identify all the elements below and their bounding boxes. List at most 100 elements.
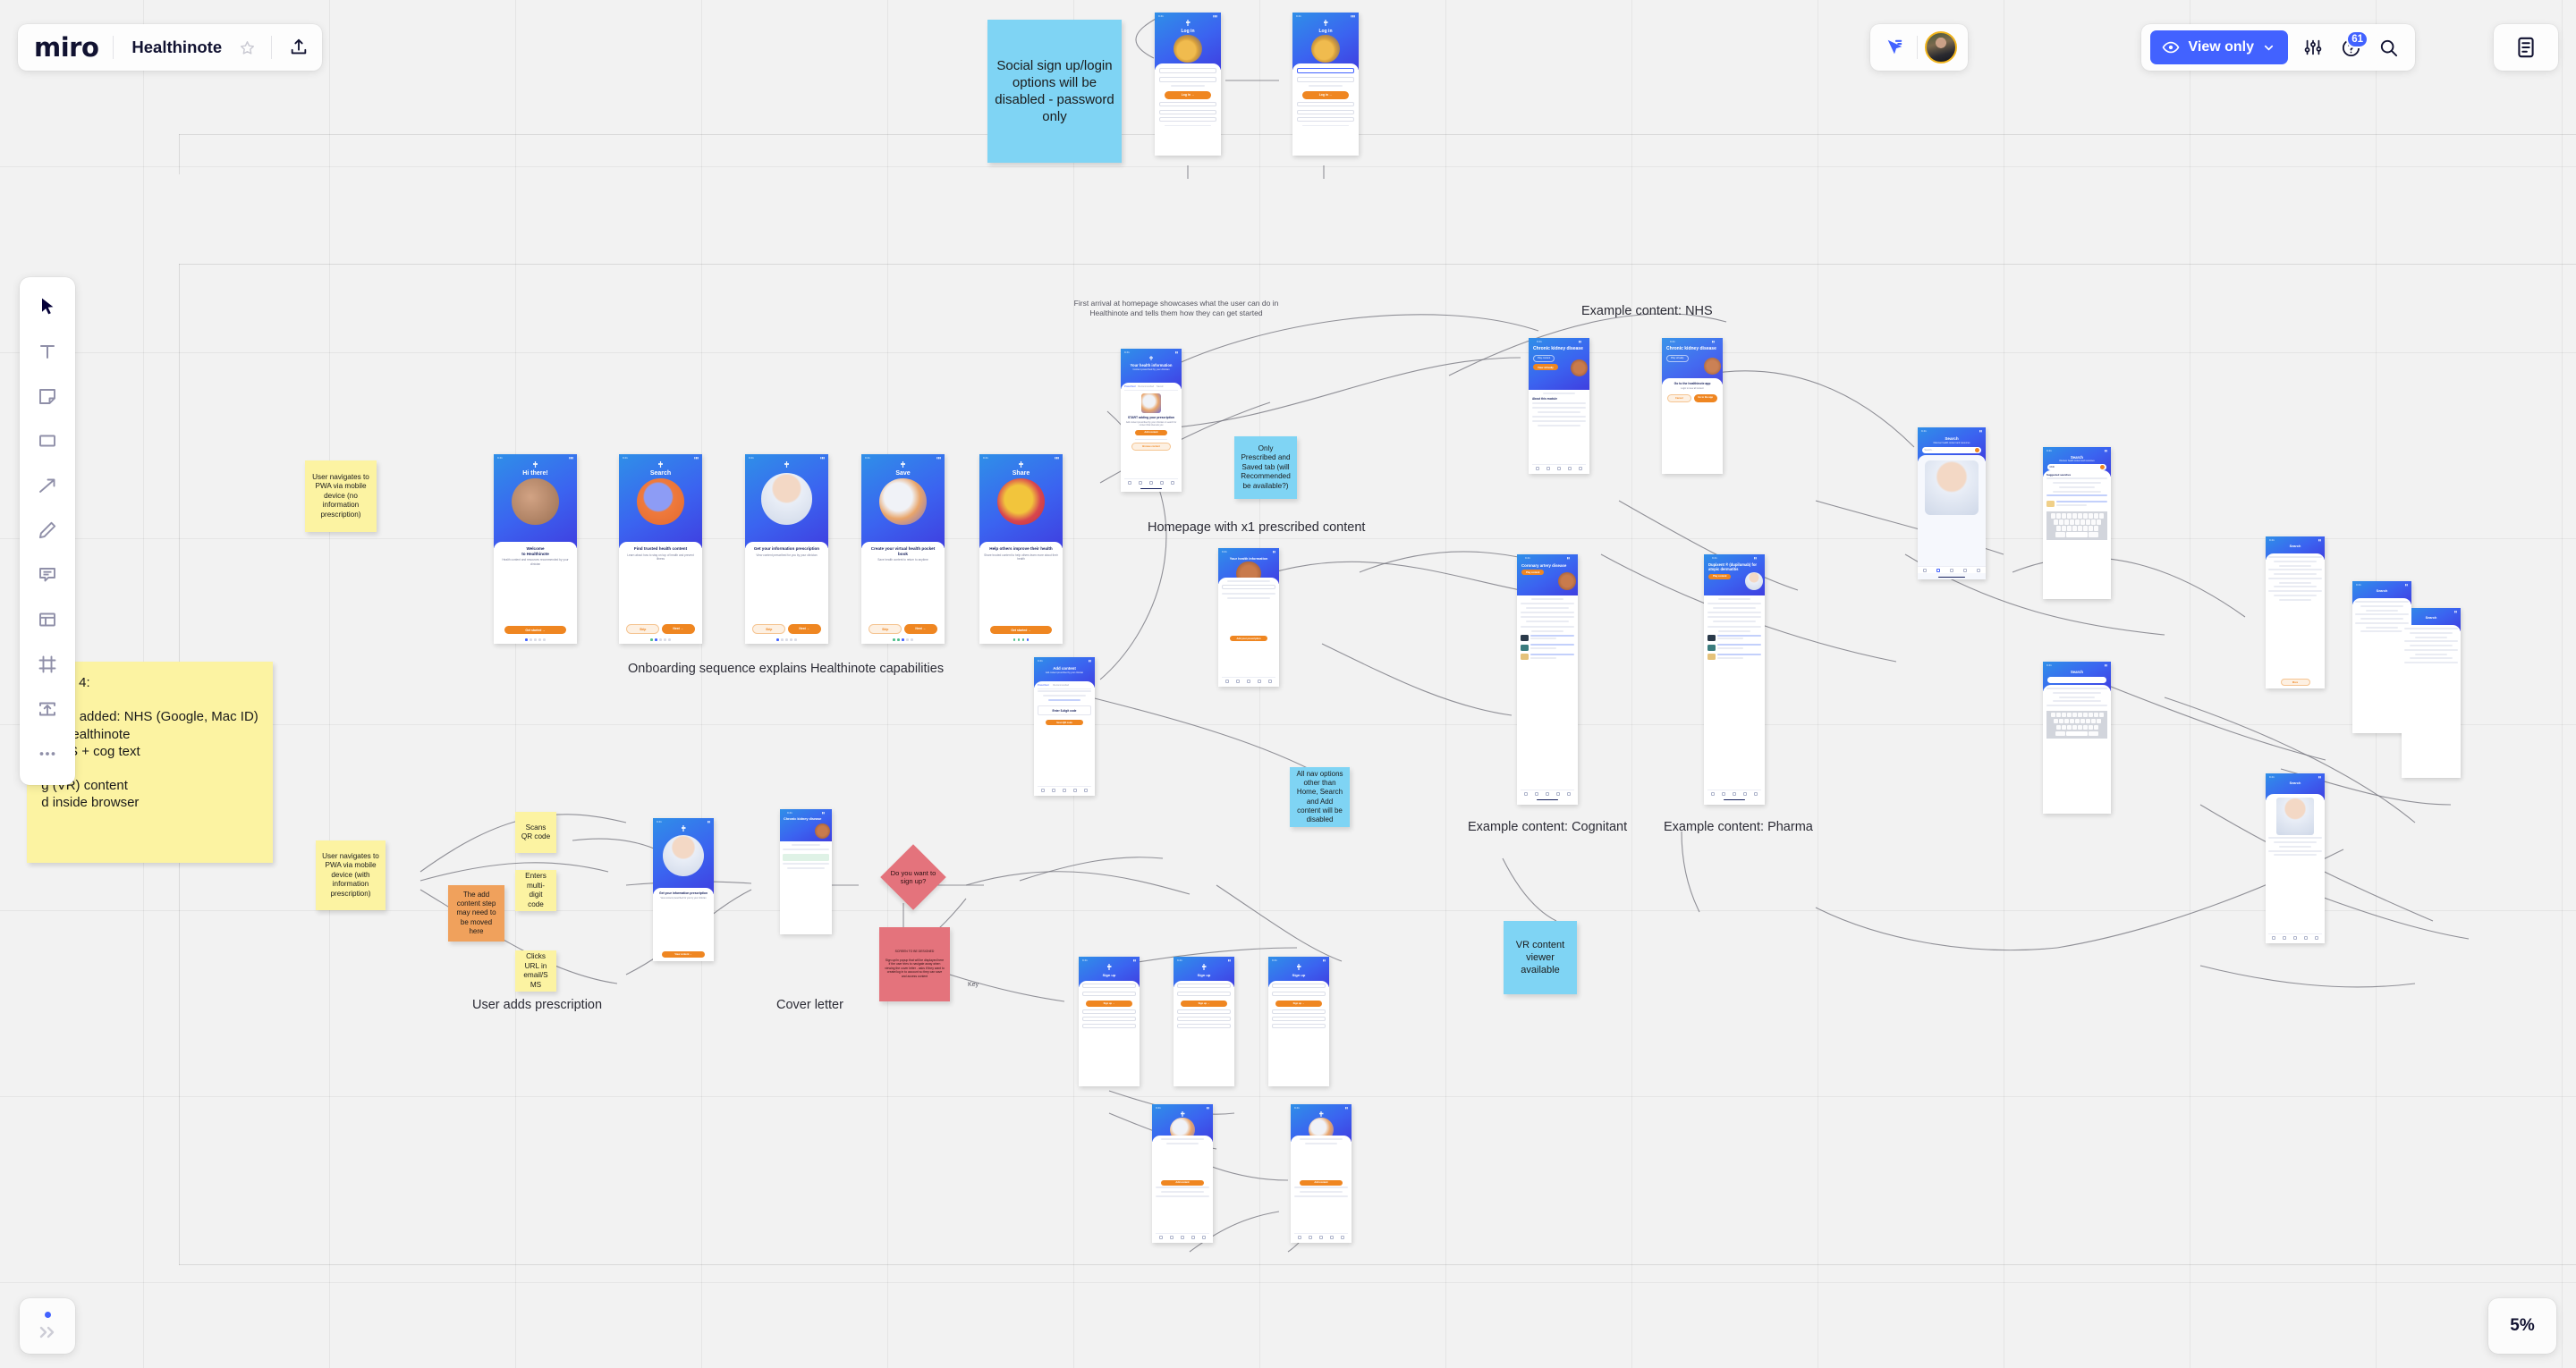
results-heading: Suggested searches <box>2046 473 2072 477</box>
screen-search-empty[interactable]: 9:41 ▮▮ Search Discover health content an… <box>1918 427 1986 579</box>
sticky-note-vr-viewer[interactable]: VR content viewer available <box>1504 921 1577 994</box>
text-tool[interactable] <box>27 331 68 372</box>
view-only-button[interactable]: View only <box>2150 30 2288 64</box>
screen-onboarding-4[interactable]: 9:41 ▮▮▮ Save Create your virtual health … <box>861 454 945 644</box>
favorite-star-icon[interactable] <box>232 32 262 63</box>
screen-results-list-1[interactable]: 9:41 ▮▮ Search More <box>2266 536 2325 688</box>
more-icon <box>39 752 55 756</box>
zoom-level-indicator[interactable]: 5% <box>2488 1298 2556 1354</box>
screen-title: Your health information <box>1229 557 1268 561</box>
screen-title: Search <box>1945 436 1959 441</box>
view-content-button[interactable]: View content → <box>662 951 705 958</box>
screen-bottom-3[interactable]: 9:41 ▮▮ Sign up Sign up → <box>1268 957 1329 1086</box>
screen-coronary-artery[interactable]: 9:41 ▮▮ Coronary artery disease Play cont… <box>1517 554 1578 805</box>
screen-bottom-5[interactable]: 9:41 ▮▮ Add content <box>1291 1104 1352 1243</box>
search-input[interactable]: CKD <box>2049 466 2054 469</box>
sticky-note-scans-qr[interactable]: Scans QR code <box>515 812 556 853</box>
screen-bottom-2[interactable]: 9:41 ▮▮ Sign up Sign up → <box>1174 957 1234 1086</box>
sticky-note-pwa-with-prescription[interactable]: User navigates to PWA via mobile device … <box>316 840 386 910</box>
template-tool[interactable] <box>27 599 68 640</box>
board-title[interactable]: Healthinote <box>114 38 232 57</box>
screen-title: Add content <box>1053 666 1076 671</box>
divider <box>1917 36 1918 59</box>
frame-border <box>179 134 2576 135</box>
scan-qr-button[interactable]: Scan QR code <box>1046 719 1083 726</box>
sticky-note-enters-code[interactable]: Enters multi-digit code <box>515 870 556 911</box>
select-tool[interactable] <box>27 286 68 327</box>
screen-onboarding-3[interactable]: 9:41 ▮▮▮ Get your information prescriptio… <box>745 454 828 644</box>
play-content-button[interactable]: Play content <box>1521 570 1545 576</box>
sticky-note-pwa-no-prescription[interactable]: User navigates to PWA via mobile device … <box>305 460 377 532</box>
screen-login-1[interactable]: 9:41 ▮▮▮ Log in Log in → <box>1155 13 1221 156</box>
sticky-note-add-content-step[interactable]: The add content step may need to be move… <box>448 885 504 942</box>
help-icon[interactable]: 61 <box>2333 30 2368 65</box>
screen-results-list-4[interactable]: 9:41 ▮▮ Search <box>2266 773 2325 943</box>
sticky-note-signup-popup[interactable]: SCREEN TO BE DESIGNED Sign up/in popup t… <box>879 927 950 1001</box>
get-started-button[interactable]: Get started → <box>990 626 1052 635</box>
screen-login-2[interactable]: 9:41 ▮▮▮ Log in Log in → <box>1292 13 1359 156</box>
search-icon[interactable] <box>2370 30 2406 65</box>
tab-recommended[interactable]: Recommended <box>1053 684 1069 687</box>
screen-search-saved[interactable]: 9:41 ▮▮ Search <box>2043 662 2111 814</box>
decision-signup[interactable] <box>880 844 946 910</box>
next-button[interactable]: Next → <box>904 624 937 635</box>
pagination-dots <box>1013 638 1030 641</box>
upload-tool[interactable] <box>27 688 68 730</box>
avatar[interactable] <box>1925 31 1957 63</box>
shape-tool[interactable] <box>27 420 68 461</box>
sticky-note-social-signup[interactable]: Social sign up/login options will be dis… <box>987 20 1122 163</box>
screen-title: Share <box>1012 470 1030 477</box>
view-virtually-button[interactable]: View virtually <box>1533 363 1558 371</box>
upload-icon[interactable] <box>281 30 317 65</box>
sticky-note-prescribed-saved-tab[interactable]: Only Prescribed and Saved tab (will Reco… <box>1234 436 1297 499</box>
play-content-button[interactable]: Play content <box>1708 573 1732 579</box>
play-content-button[interactable]: Play content <box>1533 354 1555 362</box>
cancel-button[interactable]: Cancel <box>1667 394 1691 402</box>
miro-logo[interactable]: miro <box>34 34 113 61</box>
screen-onboarding-1[interactable]: 9:41 ▮▮▮ Hi there! Welcome to Healthinote… <box>494 454 577 644</box>
tab-prescribed[interactable]: Prescribed <box>1038 684 1048 687</box>
browse-content-button[interactable]: Browse content <box>1131 443 1171 451</box>
login-button[interactable]: Log in → <box>1301 90 1350 99</box>
sticky-tool[interactable] <box>27 376 68 417</box>
screen-bottom-4[interactable]: 9:41 ▮▮ Add content <box>1152 1104 1213 1243</box>
skip-button[interactable]: Skip <box>869 624 902 635</box>
get-started-button[interactable]: Get started → <box>504 626 566 635</box>
more-tool[interactable] <box>27 733 68 774</box>
screen-search-results[interactable]: 9:41 ▮▮ Search Discover health content an… <box>2043 447 2111 599</box>
screen-onboarding-5[interactable]: 9:41 ▮▮▮ Share Help others improve their … <box>979 454 1063 644</box>
add-prescription-button[interactable]: Add your prescription <box>1230 635 1267 642</box>
screen-homepage-prescribed[interactable]: 9:41 ▮▮ Your health information Content p… <box>1121 349 1182 492</box>
skip-button[interactable]: Skip <box>626 624 659 635</box>
sticky-note-nav-disabled[interactable]: All nav options other than Home, Search … <box>1290 767 1350 827</box>
login-button[interactable]: Log in → <box>1164 90 1212 99</box>
next-button[interactable]: Next → <box>788 624 821 635</box>
arrow-tool[interactable] <box>27 465 68 506</box>
screen-ckd-detail[interactable]: 9:41 ▮▮ Chronic kidney disease Play conte… <box>1529 338 1589 474</box>
frame-tool[interactable] <box>27 644 68 685</box>
notes-panel-button[interactable] <box>2494 24 2558 71</box>
go-to-app-button[interactable]: Go to the app <box>1693 394 1717 402</box>
screen-get-prescription[interactable]: 9:41 ▮▮ Get your information prescription… <box>653 818 714 961</box>
board-canvas[interactable]: 9:41▮▮▮ Log in Log in → 9:41▮▮▮ Log in <box>0 0 2576 1368</box>
comment-tool[interactable] <box>27 554 68 595</box>
add-content-button[interactable]: Add content <box>1135 429 1167 436</box>
search-input[interactable]: Search... <box>1924 449 1933 452</box>
screen-dupixent[interactable]: 9:41 ▮▮ Dupixent ® (dupilumab) for atopic… <box>1704 554 1765 805</box>
board-settings-icon[interactable] <box>2295 30 2331 65</box>
cursor-chat-icon[interactable] <box>1879 30 1910 65</box>
screen-bottom-1[interactable]: 9:41 ▮▮ Sign up Sign up → <box>1079 957 1140 1086</box>
screen-cover-letter[interactable]: 9:41 ▮▮ Chronic kidney disease <box>780 809 832 934</box>
next-button[interactable]: Next → <box>662 624 695 635</box>
screen-results-list-3[interactable]: 9:41▮▮ Search <box>2402 608 2461 778</box>
pen-tool[interactable] <box>27 510 68 551</box>
sticky-note-clicks-url[interactable]: Clicks URL in email/SMS <box>515 950 556 992</box>
expand-panel-button[interactable] <box>20 1298 75 1354</box>
screen-health-passport[interactable]: 9:41 ▮▮ Your health information Add your … <box>1218 548 1279 687</box>
arrow-icon <box>39 478 55 493</box>
screen-title: Your health information <box>1130 363 1173 367</box>
screen-ckd-app-prompt[interactable]: 9:41 ▮▮ Chronic kidney disease Play virtu… <box>1662 338 1723 474</box>
screen-add-content[interactable]: 9:41 ▮▮ Add content Add content prescribe… <box>1034 657 1095 796</box>
screen-onboarding-2[interactable]: 9:41 ▮▮▮ Search Find trusted health conte… <box>619 454 702 644</box>
skip-button[interactable]: Skip <box>752 624 785 635</box>
